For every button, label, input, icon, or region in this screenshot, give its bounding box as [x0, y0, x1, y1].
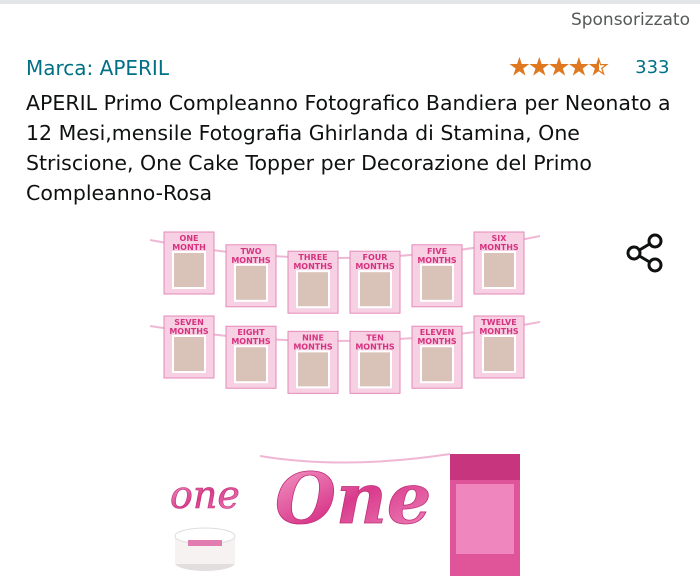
photo-card-label: MONTHS — [417, 256, 457, 265]
photo-card: SIXMONTHS — [473, 231, 525, 295]
photo-card-label: MONTHS — [293, 262, 333, 271]
one-banner: One — [275, 457, 431, 540]
photo-card-label: SIX — [492, 234, 508, 243]
photo-card: THREEMONTHS — [287, 250, 339, 314]
pink-banner-pack — [450, 454, 520, 576]
photo-card: TENMONTHS — [349, 330, 401, 394]
photo-card: ELEVENMONTHS — [411, 325, 463, 389]
photo-card: TWOMONTHS — [225, 244, 277, 308]
photo-garland-row-1: ONEMONTH TWOMONTHS THREEMONTHSFOURMONTHSFI… — [163, 231, 525, 314]
photo-card-label: MONTHS — [231, 256, 271, 265]
photo-card: SEVENMONTHS — [163, 315, 215, 379]
photo-garland-row-2: SEVENMONTHS EIGHTMONTHS NINEMONTHSTENMONTH… — [163, 315, 525, 394]
photo-card-label: MONTHS — [355, 342, 395, 351]
photo-card-label: MONTHS — [479, 327, 519, 336]
photo-card-label: FIVE — [427, 247, 447, 256]
share-icon[interactable] — [624, 232, 666, 274]
photo-card-label: NINE — [302, 333, 324, 342]
photo-card: FOURMONTHS — [349, 250, 401, 314]
photo-card: FIVEMONTHS — [411, 244, 463, 308]
photo-card-label: EIGHT — [237, 328, 265, 337]
photo-card-label: ELEVEN — [420, 328, 454, 337]
photo-card-label: MONTHS — [293, 342, 333, 351]
product-title[interactable]: APERIL Primo Compleanno Fotografico Band… — [26, 88, 686, 208]
photo-card-label: THREE — [298, 253, 327, 262]
photo-card-label: MONTHS — [169, 327, 209, 336]
cake-image — [174, 527, 236, 571]
photo-card: EIGHTMONTHS — [225, 325, 277, 389]
brand-link[interactable]: Marca: APERIL — [26, 56, 169, 80]
product-image[interactable]: ONEMONTH TWOMONTHS THREEMONTHSFOURMONTHSFI… — [150, 218, 540, 578]
rating-count[interactable]: 333 — [635, 57, 669, 78]
sponsored-label: Sponsorizzato — [570, 10, 690, 30]
photo-card: ONEMONTH — [163, 231, 215, 295]
photo-card-label: MONTHS — [479, 243, 519, 252]
photo-card-label: FOUR — [363, 253, 388, 262]
star-rating-icon: ★★★★★ ★★★★★ — [509, 55, 610, 79]
rating[interactable]: ★★★★★ ★★★★★ 333 — [509, 55, 669, 79]
photo-card-label: MONTH — [172, 243, 206, 252]
photo-card-label: TEN — [366, 333, 384, 342]
photo-card: TWELVEMONTHS — [473, 315, 525, 379]
one-small-topper: one — [170, 473, 240, 517]
photo-card-label: ONE — [180, 234, 199, 243]
photo-card-label: MONTHS — [417, 337, 457, 346]
photo-card-label: MONTHS — [355, 262, 395, 271]
photo-card-label: MONTHS — [231, 337, 271, 346]
top-divider — [0, 0, 700, 4]
photo-card-label: SEVEN — [174, 318, 204, 327]
photo-card-label: TWELVE — [481, 318, 516, 327]
photo-card: NINEMONTHS — [287, 330, 339, 394]
photo-card-label: TWO — [240, 247, 261, 256]
